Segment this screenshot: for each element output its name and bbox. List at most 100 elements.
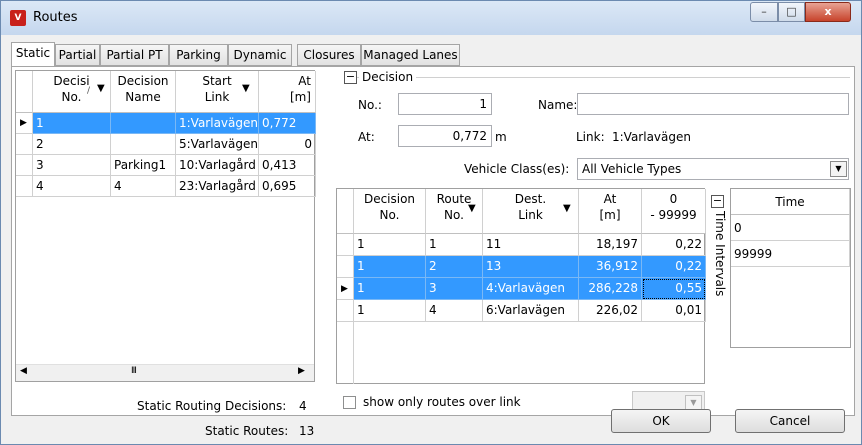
header-text: - 99999 <box>650 208 697 222</box>
sort-icon: / <box>87 86 91 96</box>
row-indicator[interactable]: ▶ <box>337 278 354 300</box>
filter-icon[interactable]: ▼ <box>468 201 476 217</box>
row-indicator[interactable] <box>16 155 33 176</box>
table-cell[interactable]: 2 <box>426 256 483 278</box>
vehicle-class-value: All Vehicle Types <box>582 162 682 176</box>
decision-at-field[interactable]: 0,772 <box>398 125 492 147</box>
name-label: Name: <box>538 98 578 112</box>
table-cell[interactable]: 4 <box>111 176 176 197</box>
tab-static[interactable]: Static <box>11 42 55 67</box>
table-cell[interactable]: 0,772 <box>259 113 316 134</box>
tab-closures[interactable]: Closures <box>297 44 361 66</box>
header-text: [m] <box>289 90 311 104</box>
vissim-icon: V <box>10 10 26 26</box>
column-header-at[interactable]: At [m] <box>259 71 316 113</box>
row-indicator[interactable] <box>16 176 33 197</box>
close-button[interactable]: x <box>805 2 851 22</box>
column-header-route-no[interactable]: Route No. ▼ <box>426 189 483 234</box>
table-cell[interactable]: 0,22 <box>642 256 706 278</box>
current-row-icon: ▶ <box>20 118 27 128</box>
vehicle-class-select[interactable]: All Vehicle Types ▼ <box>577 158 849 180</box>
table-cell[interactable]: 5:Varlavägen <box>176 134 259 155</box>
table-cell[interactable]: 3 <box>426 278 483 300</box>
decision-no-field[interactable]: 1 <box>398 93 492 115</box>
table-cell[interactable]: 1 <box>354 278 426 300</box>
table-cell[interactable]: 1 <box>354 256 426 278</box>
ok-button[interactable]: OK <box>611 409 711 433</box>
tab-partial-pt[interactable]: Partial PT <box>100 44 169 66</box>
table-cell[interactable]: 1:Varlavägen <box>176 113 259 134</box>
column-header-time-interval[interactable]: 0 - 99999 <box>642 189 706 234</box>
row-indicator[interactable]: ▶ <box>16 113 33 134</box>
table-cell[interactable]: 1 <box>354 300 426 322</box>
table-cell[interactable]: 286,228 <box>579 278 642 300</box>
table-cell[interactable]: 10:Varlagård <box>176 155 259 176</box>
column-header-at[interactable]: At [m] <box>579 189 642 234</box>
table-cell[interactable]: 1 <box>354 234 426 256</box>
table-cell[interactable]: 0,55 <box>642 278 706 300</box>
table-cell[interactable]: 226,02 <box>579 300 642 322</box>
table-cell[interactable]: 0,22 <box>642 234 706 256</box>
horizontal-scrollbar[interactable]: ◀ III ▶ <box>16 364 314 381</box>
title-bar[interactable]: V Routes – □ x <box>1 1 861 35</box>
table-cell[interactable]: 4 <box>426 300 483 322</box>
at-label: At: <box>358 130 375 144</box>
table-cell[interactable]: 23:Varlagård <box>176 176 259 197</box>
decision-name-field[interactable] <box>577 93 849 115</box>
table-cell[interactable]: 99999 <box>731 241 850 267</box>
column-header-start-link[interactable]: Start Link ▼ <box>176 71 259 113</box>
row-indicator[interactable] <box>337 300 354 322</box>
table-cell[interactable]: 13 <box>483 256 579 278</box>
chevron-down-icon[interactable]: ▼ <box>830 161 847 177</box>
header-text: 0 <box>669 192 678 206</box>
dialog-body: Static Partial Partial PT Parking Dynami… <box>7 36 856 440</box>
cancel-button[interactable]: Cancel <box>735 409 845 433</box>
column-header-time[interactable]: Time <box>731 189 850 215</box>
table-cell[interactable]: 1 <box>33 113 111 134</box>
column-header-decision-no[interactable]: Decisi No. / ▼ <box>33 71 111 113</box>
link-value: 1:Varlavägen <box>612 130 691 144</box>
table-cell[interactable]: 0,01 <box>642 300 706 322</box>
table-cell[interactable]: 4 <box>33 176 111 197</box>
current-row-icon: ▶ <box>341 284 348 294</box>
scroll-thumb-grip[interactable]: III <box>131 366 137 376</box>
filter-icon[interactable]: ▼ <box>563 201 571 217</box>
table-cell[interactable]: 0,413 <box>259 155 316 176</box>
static-routes-count: 13 <box>299 424 315 438</box>
maximize-button[interactable]: □ <box>778 2 805 22</box>
row-indicator[interactable] <box>337 256 354 278</box>
table-cell[interactable]: 0,695 <box>259 176 316 197</box>
collapse-icon[interactable]: − <box>344 71 357 84</box>
row-indicator[interactable] <box>337 234 354 256</box>
table-cell[interactable]: 2 <box>33 134 111 155</box>
table-cell[interactable]: 3 <box>33 155 111 176</box>
table-cell[interactable]: 4:Varlavägen <box>483 278 579 300</box>
filter-icon[interactable]: ▼ <box>242 81 250 97</box>
table-cell[interactable]: 18,197 <box>579 234 642 256</box>
tab-managed-lanes[interactable]: Managed Lanes <box>361 44 460 66</box>
time-intervals-label: Time Intervals <box>713 211 727 297</box>
table-cell[interactable]: 36,912 <box>579 256 642 278</box>
table-cell[interactable] <box>111 113 176 134</box>
column-header-decision-no[interactable]: Decision No. <box>354 189 426 234</box>
tab-dynamic[interactable]: Dynamic <box>228 44 292 66</box>
table-cell[interactable]: 11 <box>483 234 579 256</box>
table-cell[interactable]: 1 <box>426 234 483 256</box>
tab-partial[interactable]: Partial <box>55 44 100 66</box>
minimize-button[interactable]: – <box>750 2 778 22</box>
table-cell[interactable]: Parking1 <box>111 155 176 176</box>
show-only-routes-checkbox[interactable] <box>343 396 356 409</box>
scroll-left-icon[interactable]: ◀ <box>20 366 27 376</box>
column-header-dest-link[interactable]: Dest. Link ▼ <box>483 189 579 234</box>
table-cell[interactable]: 6:Varlavägen <box>483 300 579 322</box>
table-cell[interactable]: 0 <box>731 215 850 241</box>
row-indicator[interactable] <box>16 134 33 155</box>
collapse-icon[interactable]: − <box>711 195 724 208</box>
tab-parking[interactable]: Parking <box>169 44 228 66</box>
column-header-decision-name[interactable]: Decision Name <box>111 71 176 113</box>
header-text: At <box>603 192 617 206</box>
table-cell[interactable]: 0 <box>259 134 316 155</box>
filter-icon[interactable]: ▼ <box>97 81 105 97</box>
table-cell[interactable] <box>111 134 176 155</box>
scroll-right-icon[interactable]: ▶ <box>298 366 305 376</box>
